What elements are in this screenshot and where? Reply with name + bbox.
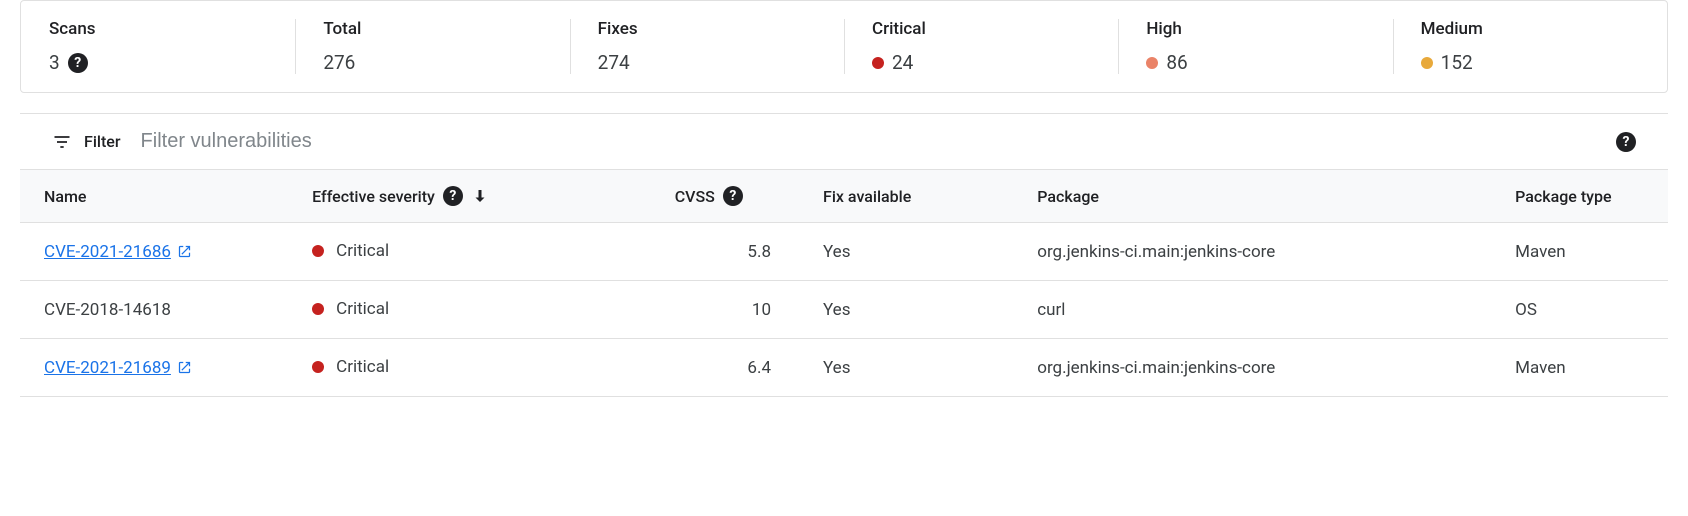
summary-fixes: Fixes 274: [570, 1, 844, 92]
severity-dot-critical-icon: [312, 303, 324, 315]
fix-available-value: Yes: [811, 339, 1025, 397]
cve-link[interactable]: CVE-2021-21686: [44, 242, 192, 262]
filter-icon: [52, 132, 72, 152]
help-icon[interactable]: ?: [68, 53, 88, 73]
column-header-package[interactable]: Package: [1025, 170, 1503, 223]
fix-available-value: Yes: [811, 281, 1025, 339]
package-type-value: Maven: [1503, 223, 1668, 281]
summary-critical-label: Critical: [872, 19, 1090, 39]
summary-critical-value: 24: [872, 51, 1090, 74]
summary-medium-value: 152: [1421, 51, 1639, 74]
vulnerabilities-table: Name Effective severity ? CVSS ? Fix av: [20, 170, 1668, 397]
summary-total-label: Total: [323, 19, 541, 39]
summary-medium: Medium 152: [1393, 1, 1667, 92]
severity-dot-high-icon: [1146, 57, 1158, 69]
cve-name: CVE-2018-14618: [44, 300, 171, 320]
severity-dot-critical-icon: [312, 245, 324, 257]
severity-dot-critical-icon: [312, 361, 324, 373]
severity-dot-medium-icon: [1421, 57, 1433, 69]
severity-dot-critical-icon: [872, 57, 884, 69]
summary-scans-label: Scans: [49, 19, 267, 39]
summary-high-value: 86: [1146, 51, 1364, 74]
external-link-icon: [177, 244, 192, 259]
package-value: org.jenkins-ci.main:jenkins-core: [1025, 339, 1503, 397]
filter-bar: Filter ?: [20, 113, 1668, 170]
package-value: org.jenkins-ci.main:jenkins-core: [1025, 223, 1503, 281]
severity-cell: Critical: [312, 299, 389, 319]
summary-total-value: 276: [323, 51, 541, 74]
summary-critical: Critical 24: [844, 1, 1118, 92]
severity-cell: Critical: [312, 241, 389, 261]
table-header-row: Name Effective severity ? CVSS ? Fix av: [20, 170, 1668, 223]
summary-high-label: High: [1146, 19, 1364, 39]
summary-fixes-value: 274: [598, 51, 816, 74]
column-header-fix[interactable]: Fix available: [811, 170, 1025, 223]
filter-label: Filter: [84, 132, 121, 151]
cvss-value: 5.8: [663, 223, 811, 281]
package-value: curl: [1025, 281, 1503, 339]
severity-cell: Critical: [312, 357, 389, 377]
help-icon[interactable]: ?: [1616, 132, 1636, 152]
package-type-value: Maven: [1503, 339, 1668, 397]
cvss-value: 10: [663, 281, 811, 339]
table-row: CVE-2021-21686 Critical 5.8Yesorg.jenkins-…: [20, 223, 1668, 281]
package-type-value: OS: [1503, 281, 1668, 339]
summary-medium-label: Medium: [1421, 19, 1639, 39]
help-icon[interactable]: ?: [723, 186, 743, 206]
help-icon[interactable]: ?: [443, 186, 463, 206]
column-header-packagetype[interactable]: Package type: [1503, 170, 1668, 223]
summary-high: High 86: [1118, 1, 1392, 92]
filter-input[interactable]: [133, 124, 1604, 159]
column-header-cvss[interactable]: CVSS ?: [663, 170, 811, 223]
fix-available-value: Yes: [811, 223, 1025, 281]
external-link-icon: [177, 360, 192, 375]
summary-scans-value: 3 ?: [49, 51, 267, 74]
sort-descending-icon[interactable]: [471, 187, 489, 205]
cvss-value: 6.4: [663, 339, 811, 397]
cve-link[interactable]: CVE-2021-21689: [44, 358, 192, 378]
summary-fixes-label: Fixes: [598, 19, 816, 39]
column-header-severity[interactable]: Effective severity ?: [300, 170, 663, 223]
table-row: CVE-2021-21689 Critical 6.4Yesorg.jenkins-…: [20, 339, 1668, 397]
summary-card: Scans 3 ? Total 276 Fixes 274 Critical 2…: [20, 0, 1668, 93]
summary-total: Total 276: [295, 1, 569, 92]
column-header-name[interactable]: Name: [20, 170, 300, 223]
table-row: CVE-2018-14618 Critical 10YescurlOS: [20, 281, 1668, 339]
summary-scans: Scans 3 ?: [21, 1, 295, 92]
